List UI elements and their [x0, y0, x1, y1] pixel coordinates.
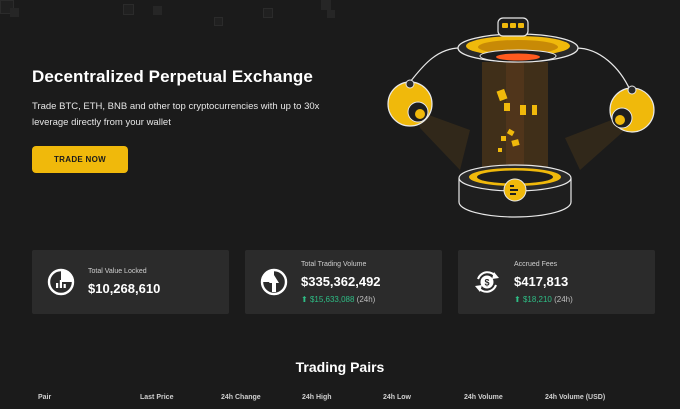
delta-period: (24h) — [554, 295, 573, 304]
bg-square — [214, 17, 223, 26]
column-header-last-price[interactable]: Last Price — [140, 394, 173, 401]
ufo-beam-platform-illustration — [387, 17, 655, 218]
trade-now-button[interactable]: TRADE NOW — [32, 146, 128, 173]
arrow-up-icon: ⬆ — [301, 295, 308, 304]
stat-value: $417,813 — [514, 274, 569, 289]
bg-square — [327, 10, 335, 18]
dollar-cycle-icon: $ — [475, 271, 499, 293]
delta-period: (24h) — [356, 295, 376, 304]
column-header-24h-low[interactable]: 24h Low — [383, 394, 411, 401]
stat-label: Total Trading Volume — [301, 261, 367, 268]
bg-square — [153, 6, 162, 15]
stat-card-tvl: Total Value Locked $10,268,610 — [32, 250, 229, 314]
stat-label: Total Value Locked — [88, 268, 147, 275]
bg-square — [321, 0, 331, 10]
svg-text:$: $ — [484, 278, 489, 288]
column-header-24h-high[interactable]: 24h High — [302, 394, 332, 401]
stat-card-fees: $ Accrued Fees $417,813 ⬆ $18,210 (24h) — [458, 250, 655, 314]
stat-label: Accrued Fees — [514, 261, 558, 268]
bg-square — [263, 8, 273, 18]
arrow-up-icon: ⬆ — [514, 295, 521, 304]
bg-square — [123, 4, 134, 15]
hero-subtitle: Trade BTC, ETH, BNB and other top crypto… — [32, 101, 320, 128]
stat-card-volume: Total Trading Volume $335,362,492 ⬆ $15,… — [245, 250, 442, 314]
column-header-24h-volume-usd[interactable]: 24h Volume (USD) — [545, 394, 605, 401]
volume-chart-icon — [260, 268, 288, 296]
column-header-24h-change[interactable]: 24h Change — [221, 394, 261, 401]
trading-pairs-title: Trading Pairs — [295, 359, 385, 375]
stat-delta: ⬆ $18,210 (24h) — [514, 295, 573, 304]
delta-value: $18,210 — [522, 295, 552, 304]
bg-square — [10, 8, 19, 17]
pairs-table-header: Pair Last Price 24h Change 24h High 24h … — [0, 392, 680, 409]
delta-value: $15,633,088 — [309, 295, 355, 304]
column-header-24h-volume[interactable]: 24h Volume — [464, 394, 503, 401]
stat-value: $10,268,610 — [88, 281, 161, 296]
stat-value: $335,362,492 — [301, 274, 381, 289]
pie-chart-icon — [47, 268, 75, 296]
hero-title: Decentralized Perpetual Exchange — [32, 67, 313, 86]
stat-delta: ⬆ $15,633,088 (24h) — [301, 295, 375, 304]
column-header-pair[interactable]: Pair — [38, 394, 51, 401]
